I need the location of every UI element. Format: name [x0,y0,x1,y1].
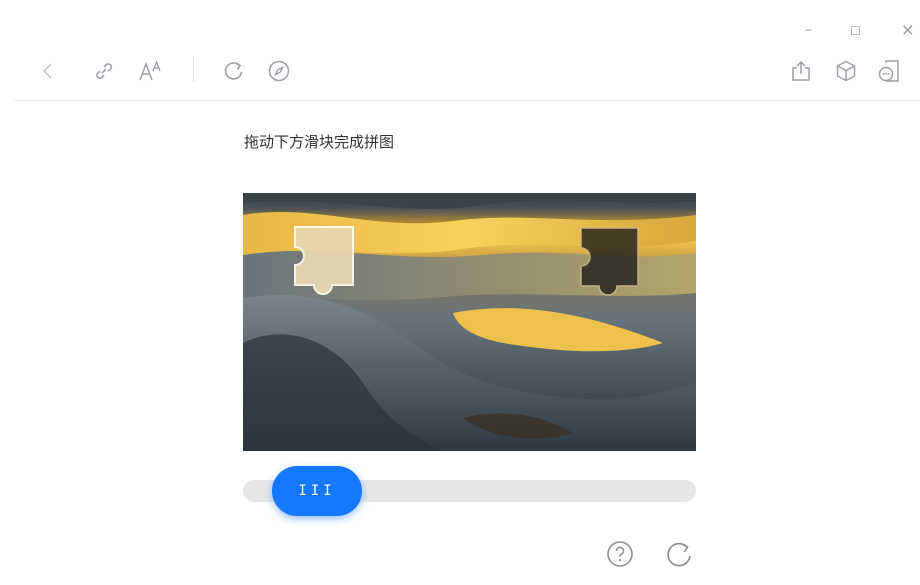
cube-icon[interactable] [831,56,861,86]
minimize-button[interactable]: – [805,22,812,38]
back-icon[interactable] [33,56,63,86]
puzzle-slot [580,227,639,296]
puzzle-piece[interactable] [294,226,354,295]
share-icon[interactable] [786,56,816,86]
close-button[interactable]: × [901,20,914,39]
toolbar-separator [14,100,920,101]
toolbar-divider [193,58,194,82]
maximize-button[interactable]: ☐ [850,24,861,38]
refresh-captcha-icon[interactable] [664,539,694,569]
captcha-instruction: 拖动下方滑块完成拼图 [244,133,395,151]
slider-handle[interactable]: III [272,466,363,516]
refresh-icon[interactable] [219,56,249,86]
font-size-icon[interactable] [136,56,166,86]
puzzle-image [243,193,696,451]
desert-dunes-image [243,193,696,451]
compass-icon[interactable] [264,56,294,86]
link-icon[interactable] [89,56,119,86]
help-icon[interactable] [605,539,635,569]
more-icon[interactable] [874,56,904,86]
